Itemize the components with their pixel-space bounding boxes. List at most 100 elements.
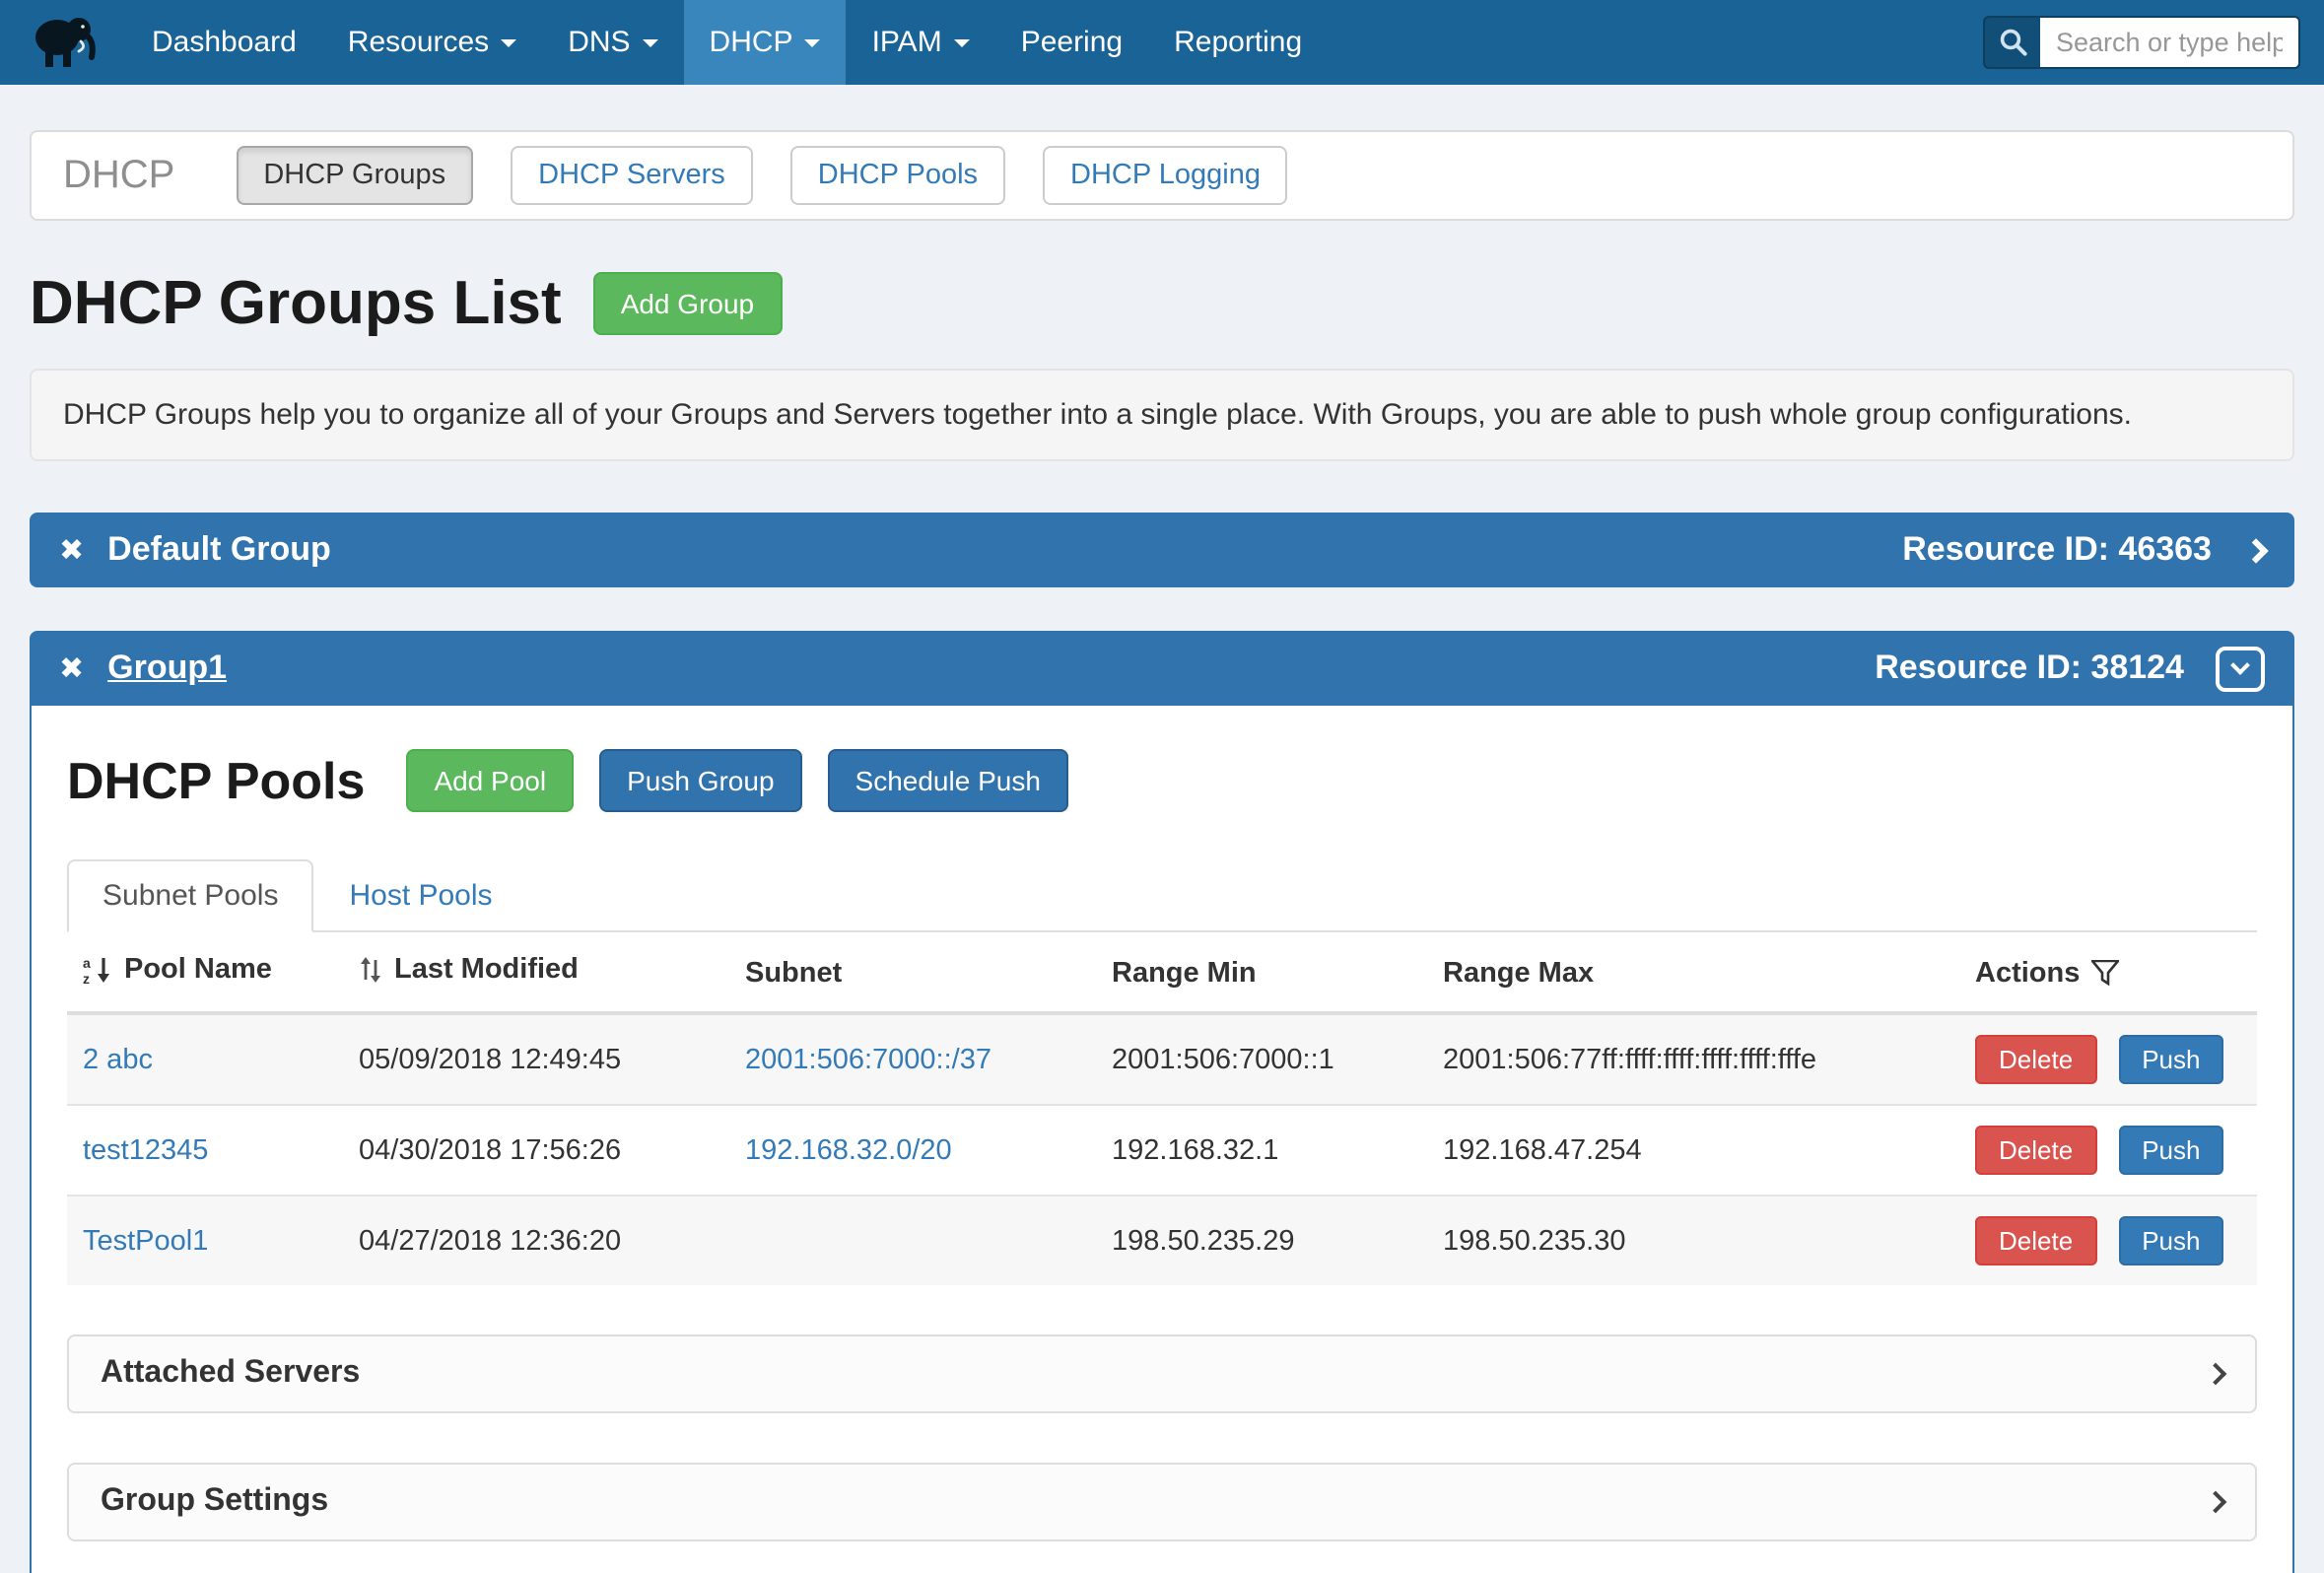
nav-label: IPAM [872,26,942,59]
caret-down-icon [805,38,821,46]
nav-item-dns[interactable]: DNS [542,0,683,85]
subnet-link[interactable]: 192.168.32.0/20 [745,1134,952,1166]
add-pool-button[interactable]: Add Pool [406,749,574,812]
pool-name-link[interactable]: 2 abc [83,1044,153,1075]
section-label: DHCP [63,153,174,198]
nav-item-resources[interactable]: Resources [322,0,542,85]
caret-down-icon [643,38,658,46]
delete-button[interactable]: Delete [1975,1035,2096,1084]
subnet-pools-table: a z Pool Name [67,932,2257,1285]
accordion-label: Attached Servers [101,1356,360,1392]
column-header-actions: Actions [1959,932,2257,1013]
chevron-right-icon [2205,1491,2227,1514]
range-min-cell: 198.50.235.29 [1096,1196,1427,1285]
group-header-group1[interactable]: ✖ Group1 Resource ID: 38124 [30,631,2294,706]
table-row: TestPool1 04/27/2018 12:36:20 198.50.235… [67,1196,2257,1285]
accordion-label: Group Settings [101,1484,328,1520]
last-modified-cell: 04/30/2018 17:56:26 [343,1105,729,1196]
collapse-toggle[interactable] [2216,646,2265,691]
actions-cell: Delete Push [1959,1013,2257,1105]
column-label: Range Min [1112,957,1257,989]
sort-alpha-icon[interactable]: a z [83,956,112,984]
sort-icon[interactable] [359,956,382,984]
remove-group-icon[interactable]: ✖ [59,535,84,565]
push-button[interactable]: Push [2118,1035,2223,1084]
remove-group-icon[interactable]: ✖ [59,653,84,683]
column-label: Last Modified [394,954,579,986]
column-header-last-modified[interactable]: Last Modified [343,932,729,1013]
subnav-dhcp-logging-button[interactable]: DHCP Logging [1043,146,1288,205]
dhcp-pools-title: DHCP Pools [67,750,365,811]
nav-label: Peering [1021,26,1123,59]
nav-item-ipam[interactable]: IPAM [847,0,995,85]
actions-cell: Delete Push [1959,1196,2257,1285]
group-name: Default Group [107,530,331,570]
pool-name-link[interactable]: TestPool1 [83,1225,208,1257]
mammoth-logo[interactable] [28,7,103,78]
push-button[interactable]: Push [2118,1216,2223,1265]
filter-icon[interactable] [2091,960,2119,986]
column-header-pool-name[interactable]: a z Pool Name [67,932,343,1013]
push-button[interactable]: Push [2118,1126,2223,1175]
table-row: test12345 04/30/2018 17:56:26 192.168.32… [67,1105,2257,1196]
group-name-link[interactable]: Group1 [107,649,227,688]
tab-subnet-pools[interactable]: Subnet Pools [67,859,313,932]
top-navbar: Dashboard Resources DNS DHCP IPAM Peerin… [0,0,2324,85]
delete-button[interactable]: Delete [1975,1216,2096,1265]
pool-name-link[interactable]: test12345 [83,1134,208,1166]
group-header-default-group[interactable]: ✖ Default Group Resource ID: 46363 [30,513,2294,587]
subnav-dhcp-servers-button[interactable]: DHCP Servers [511,146,753,205]
nav-label: Reporting [1174,26,1302,59]
table-header-row: a z Pool Name [67,932,2257,1013]
caret-down-icon [501,38,516,46]
column-label: Range Max [1443,957,1594,989]
column-label: Pool Name [124,954,272,986]
range-max-cell: 192.168.47.254 [1427,1105,1959,1196]
svg-text:z: z [83,971,90,984]
tab-host-pools[interactable]: Host Pools [313,859,527,932]
search-input[interactable] [2040,16,2300,69]
page-title: DHCP Groups List [30,268,562,339]
last-modified-cell: 04/27/2018 12:36:20 [343,1196,729,1285]
chevron-down-icon [2230,654,2250,674]
nav-item-reporting[interactable]: Reporting [1148,0,1328,85]
dhcp-subnav: DHCP DHCP Groups DHCP Servers DHCP Pools… [30,130,2294,221]
subnav-dhcp-groups-button[interactable]: DHCP Groups [236,146,473,205]
column-header-range-max: Range Max [1427,932,1959,1013]
mammoth-logo-icon [30,11,101,74]
resource-id-label: Resource ID: 46363 [1902,530,2212,570]
search-button[interactable] [1983,16,2040,69]
chevron-right-icon [2205,1363,2227,1386]
subnav-dhcp-pools-button[interactable]: DHCP Pools [790,146,1005,205]
push-group-button[interactable]: Push Group [599,749,801,812]
column-label: Subnet [745,957,842,989]
subnet-link[interactable]: 2001:506:7000::/37 [745,1044,991,1075]
chevron-right-icon[interactable] [2243,537,2268,562]
caret-down-icon [954,38,970,46]
delete-button[interactable]: Delete [1975,1126,2096,1175]
global-search [1983,16,2300,69]
title-row: DHCP Groups List Add Group [30,268,2294,339]
last-modified-cell: 05/09/2018 12:49:45 [343,1013,729,1105]
table-row: 2 abc 05/09/2018 12:49:45 2001:506:7000:… [67,1013,2257,1105]
page: Dashboard Resources DNS DHCP IPAM Peerin… [0,0,2324,1573]
range-min-cell: 2001:506:7000::1 [1096,1013,1427,1105]
nav-label: Resources [348,26,489,59]
nav-item-peering[interactable]: Peering [995,0,1148,85]
svg-text:a: a [83,956,91,971]
content-area: DHCP DHCP Groups DHCP Servers DHCP Pools… [0,130,2324,1573]
group-settings-accordion[interactable]: Group Settings [67,1463,2257,1541]
main-nav: Dashboard Resources DNS DHCP IPAM Peerin… [126,0,1328,85]
attached-servers-accordion[interactable]: Attached Servers [67,1334,2257,1413]
add-group-button[interactable]: Add Group [593,272,782,335]
nav-item-dashboard[interactable]: Dashboard [126,0,322,85]
description-box: DHCP Groups help you to organize all of … [30,369,2294,461]
schedule-push-button[interactable]: Schedule Push [828,749,1068,812]
nav-item-dhcp[interactable]: DHCP [684,0,847,85]
column-header-range-min: Range Min [1096,932,1427,1013]
resource-id-label: Resource ID: 38124 [1875,649,2184,688]
group1-panel-body: DHCP Pools Add Pool Push Group Schedule … [30,706,2294,1573]
range-max-cell: 198.50.235.30 [1427,1196,1959,1285]
range-max-cell: 2001:506:77ff:ffff:ffff:ffff:ffff:fffe [1427,1013,1959,1105]
dhcp-pools-header-row: DHCP Pools Add Pool Push Group Schedule … [67,749,2257,812]
